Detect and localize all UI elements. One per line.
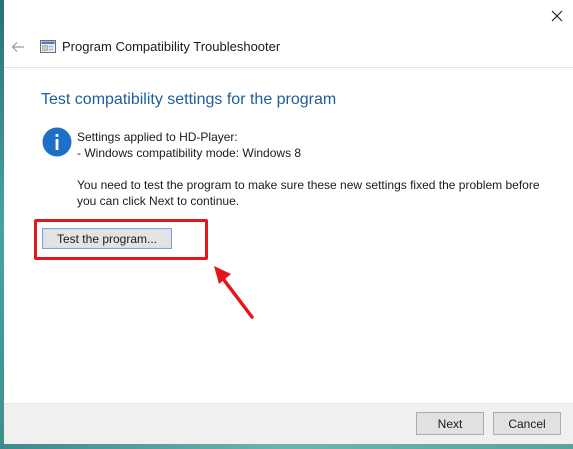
back-button[interactable] [10,39,26,55]
page-heading: Test compatibility settings for the prog… [41,91,337,108]
cancel-button[interactable]: Cancel [493,412,561,435]
compat-mode-text: - Windows compatibility mode: Windows 8 [77,146,302,160]
window-title: Program Compatibility Troubleshooter [62,39,281,54]
info-icon [42,127,72,157]
close-button[interactable] [543,2,571,30]
close-icon [551,10,563,22]
troubleshooter-window: Program Compatibility Troubleshooter Tes… [4,0,573,444]
header-divider [4,67,573,68]
troubleshooter-app-icon [40,40,56,53]
settings-applied-text: Settings applied to HD-Player: [77,130,238,144]
annotation-highlight-box [34,219,208,260]
dialog-footer: Next Cancel [4,403,573,444]
instruction-text-line2: you can click Next to continue. [77,194,240,208]
back-arrow-icon [11,42,24,52]
title-row: Program Compatibility Troubleshooter [4,30,573,66]
annotation-arrow-icon [214,266,254,319]
instruction-text-line1: You need to test the program to make sur… [77,178,540,192]
next-button[interactable]: Next [416,412,484,435]
